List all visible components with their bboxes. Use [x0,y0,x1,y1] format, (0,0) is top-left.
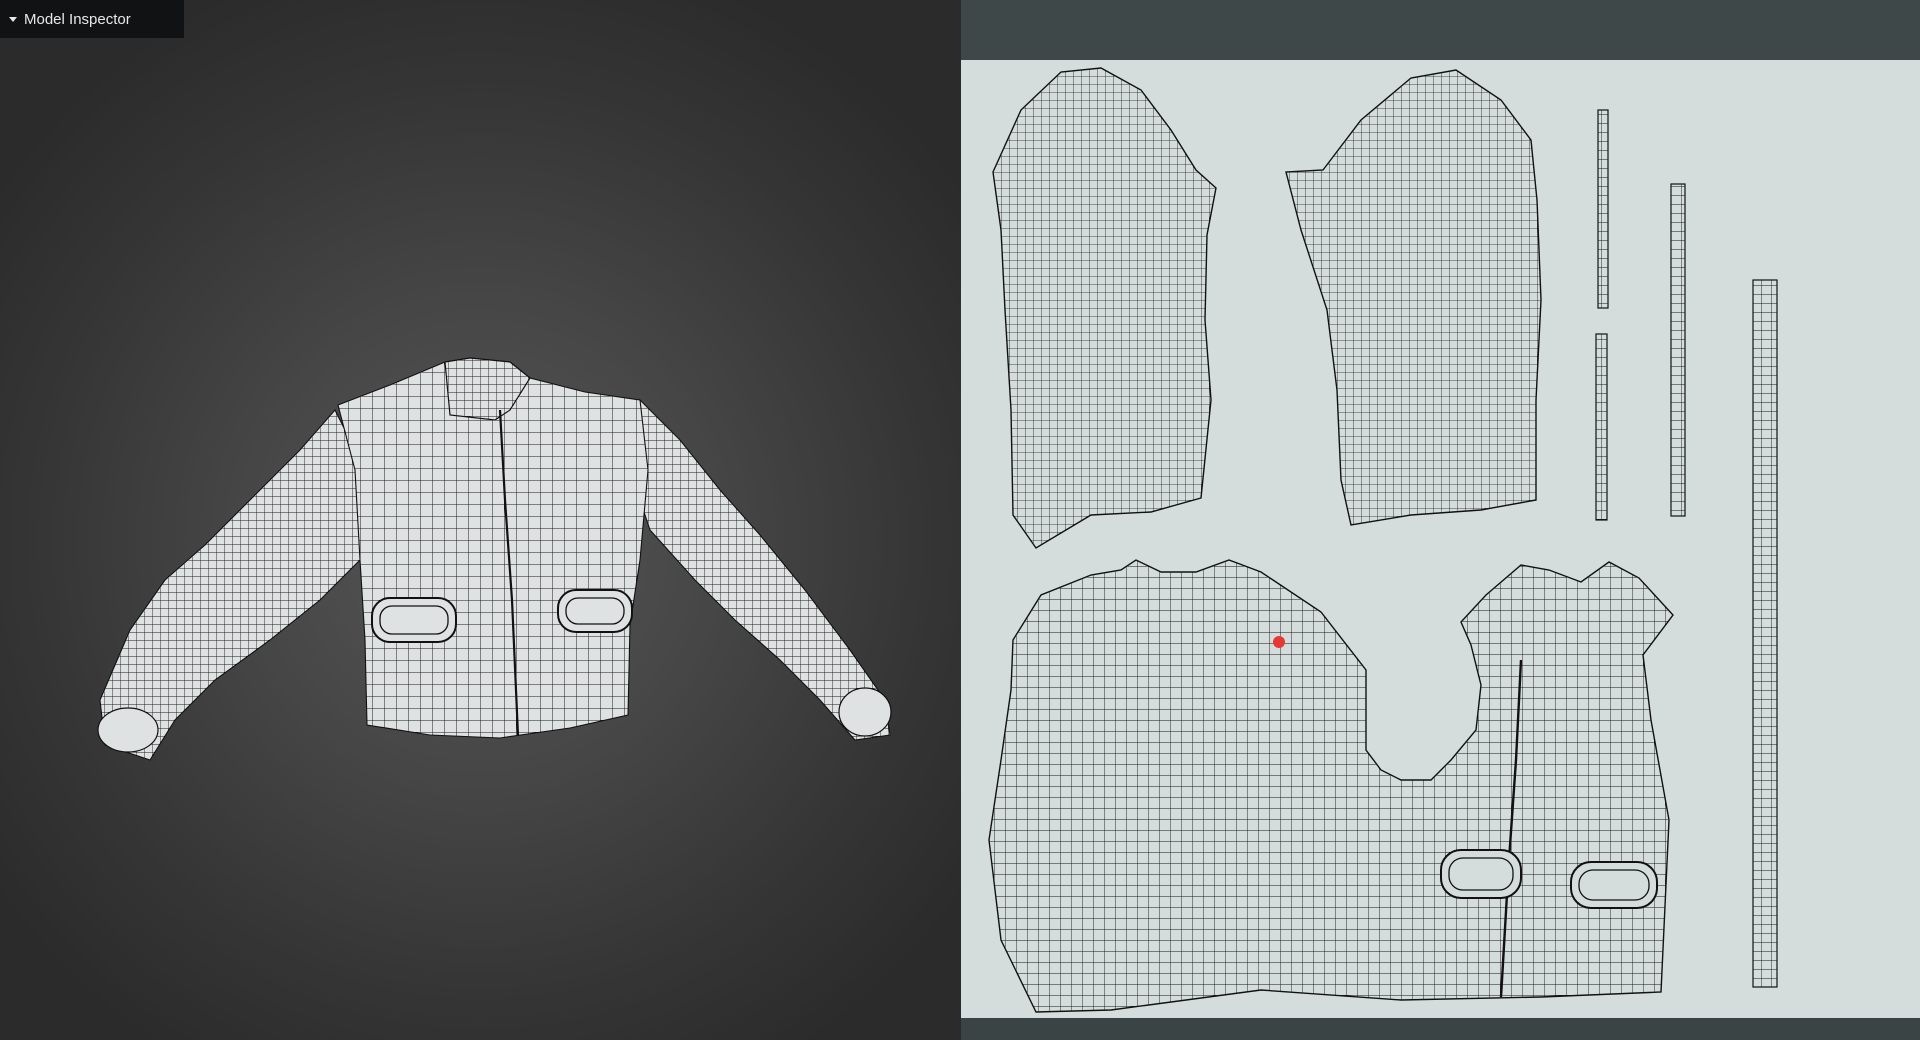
right-sleeve-mesh [629,398,892,741]
uv-island-strip-2[interactable] [1595,333,1608,521]
uv-island-back-panel[interactable] [988,559,1674,1013]
uv-canvas[interactable] [961,60,1920,1018]
uv-editor-status-bar [961,1018,1920,1040]
uv-island-sleeve-right[interactable] [1285,69,1542,526]
jacket-3d-model[interactable] [0,0,961,1040]
uv-editor-panel[interactable] [961,0,1920,1040]
uv-island-strip-1[interactable] [1597,109,1609,309]
left-sleeve-mesh [97,409,366,761]
uv-island-strip-4[interactable] [1752,279,1778,988]
uv-island-sleeve-left[interactable] [992,67,1217,549]
3d-viewport[interactable]: Model Inspector [0,0,961,1040]
uv-island-strip-3[interactable] [1670,183,1686,517]
selected-vertex-marker[interactable] [1273,636,1285,648]
torso-mesh [337,357,649,739]
